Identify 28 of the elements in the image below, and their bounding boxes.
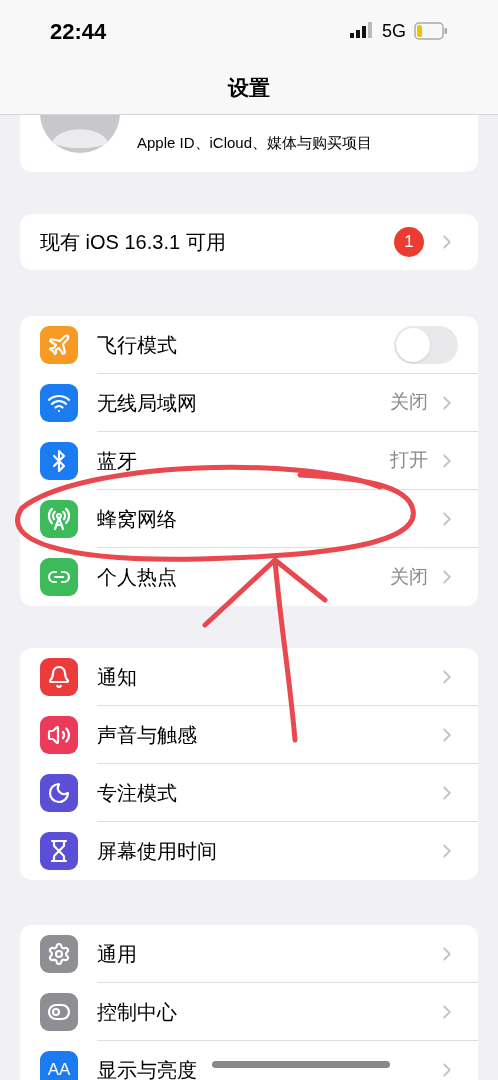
status-time: 22:44 <box>50 17 107 46</box>
row-label[interactable]: 通用 <box>97 938 137 969</box>
home-indicator[interactable] <box>212 1061 390 1068</box>
account-subtitle: Apple ID、iCloud、媒体与购买项目 <box>137 133 373 154</box>
toggle-switch[interactable] <box>394 325 458 364</box>
row-label[interactable]: 蓝牙 <box>97 445 137 476</box>
update-badge: 1 <box>394 227 424 257</box>
account-card[interactable]: Apple ID、iCloud、媒体与购买项目 <box>20 115 478 172</box>
row-label[interactable]: 无线局域网 <box>97 387 197 418</box>
signal-icon <box>350 22 374 40</box>
row-label[interactable]: 显示与亮度 <box>97 1055 197 1080</box>
text-size-icon: AA <box>40 1051 78 1080</box>
row-label[interactable]: 屏幕使用时间 <box>97 836 217 866</box>
network-type: 5G <box>382 19 406 43</box>
row-label[interactable]: 飞行模式 <box>97 329 177 360</box>
row-value: 关闭 <box>390 564 428 589</box>
battery-icon <box>414 22 448 40</box>
row-label[interactable]: 通知 <box>97 661 137 692</box>
row-value: 打开 <box>390 448 428 473</box>
update-row[interactable]: 现有 iOS 16.3.1 可用 1 <box>20 214 478 270</box>
page-title: 设置 <box>228 75 270 102</box>
row-label[interactable]: 控制中心 <box>97 996 177 1027</box>
row-label[interactable]: 个人热点 <box>97 562 177 592</box>
row-value: 关闭 <box>390 390 428 415</box>
update-label: 现有 iOS 16.3.1 可用 <box>40 230 227 255</box>
row-label[interactable]: 专注模式 <box>97 777 177 808</box>
row-label[interactable]: 蜂窝网络 <box>97 503 177 534</box>
row-label[interactable]: 声音与触感 <box>97 719 197 750</box>
